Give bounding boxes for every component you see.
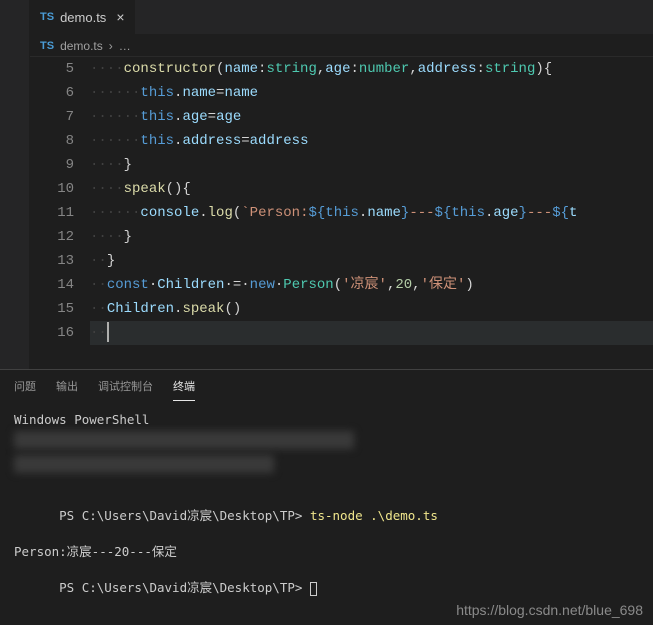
terminal-output: Person:凉宸---20---保定 [14,543,639,561]
terminal-prompt: PS C:\Users\David凉宸\Desktop\TP> [59,580,302,595]
panel-tab-0[interactable]: 问题 [14,378,36,401]
breadcrumb[interactable]: TS demo.ts › … [30,35,653,57]
breadcrumb-file: demo.ts [60,39,103,53]
panel: 问题输出调试控制台终端 Windows PowerShell PS C:\Use… [0,369,653,625]
panel-tab-3[interactable]: 终端 [173,378,195,401]
activity-bar[interactable] [0,0,30,369]
terminal-cursor [310,582,317,596]
terminal-prompt: PS C:\Users\David凉宸\Desktop\TP> [59,508,302,523]
tab-demo-ts[interactable]: TS demo.ts × [30,0,136,34]
redacted-line [14,455,274,473]
typescript-icon: TS [40,11,54,23]
line-gutter: 5678910111213141516 [30,57,90,369]
typescript-icon: TS [40,40,54,52]
terminal-header: Windows PowerShell [14,411,639,429]
terminal-line: PS C:\Users\David凉宸\Desktop\TP> ts-node … [14,489,639,543]
chevron-right-icon: › [109,39,113,53]
tab-bar: TS demo.ts × [30,0,653,35]
redacted-line [14,431,354,449]
breadcrumb-more: … [119,39,131,53]
close-icon[interactable]: × [116,9,124,25]
panel-tab-2[interactable]: 调试控制台 [98,378,153,401]
code-lines[interactable]: ····constructor(name:string,age:number,a… [90,57,653,369]
tab-label: demo.ts [60,10,106,25]
watermark: https://blog.csdn.net/blue_698 [456,601,643,619]
terminal-command: ts-node .\demo.ts [310,508,438,523]
code-editor[interactable]: 5678910111213141516 ····constructor(name… [30,57,653,369]
panel-tab-1[interactable]: 输出 [56,378,78,401]
panel-tab-bar: 问题输出调试控制台终端 [0,370,653,401]
terminal[interactable]: Windows PowerShell PS C:\Users\David凉宸\D… [0,401,653,625]
